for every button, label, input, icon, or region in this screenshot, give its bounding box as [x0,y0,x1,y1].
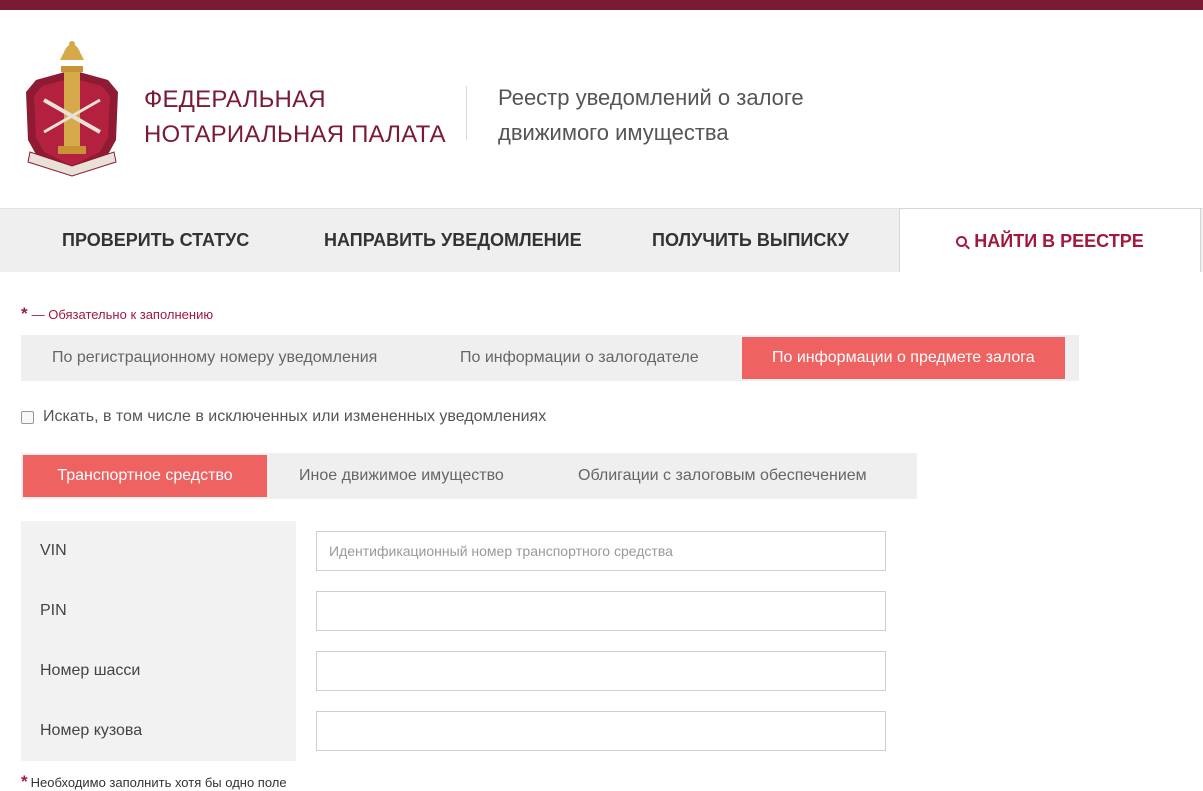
tab-vehicle[interactable]: Транспортное средство [23,455,267,497]
required-note-text: — Обязательно к заполнению [31,307,214,322]
include-excluded-label[interactable]: Искать, в том числе в исключенных или из… [43,408,546,426]
nav-search-registry-label: НАЙТИ В РЕЕСТРЕ [974,231,1144,251]
footnote-star: * [21,772,28,791]
notary-emblem-icon[interactable] [16,40,128,178]
nav-search-registry[interactable]: НАЙТИ В РЕЕСТРЕ [899,208,1201,272]
search-icon [956,236,968,247]
include-excluded-row: Искать, в том числе в исключенных или из… [21,406,546,428]
search-mode-tabs: По регистрационному номеру уведомления П… [21,335,1079,381]
nav-check-status[interactable]: ПРОВЕРИТЬ СТАТУС [62,209,249,272]
vin-input[interactable] [316,531,886,571]
org-name-line2: НОТАРИАЛЬНАЯ ПАЛАТА [144,121,446,148]
label-body-number: Номер кузова [40,722,143,739]
tab-by-pledgor-info[interactable]: По информации о залогодателе [460,335,699,381]
footnote-text: Необходимо заполнить хотя бы одно поле [30,775,287,790]
include-excluded-checkbox[interactable] [21,410,34,424]
tab-by-pledge-subject[interactable]: По информации о предмете залога [742,337,1065,379]
site-header: ФЕДЕРАЛЬНАЯ НОТАРИАЛЬНАЯ ПАЛАТА Реестр у… [0,10,1203,208]
main-nav: ПРОВЕРИТЬ СТАТУС НАПРАВИТЬ УВЕДОМЛЕНИЕ П… [0,208,1203,272]
nav-send-notification[interactable]: НАПРАВИТЬ УВЕДОМЛЕНИЕ [324,209,582,272]
required-fields-note: * — Обязательно к заполнению [21,304,213,324]
nav-get-extract[interactable]: ПОЛУЧИТЬ ВЫПИСКУ [652,209,849,272]
vehicle-form-labels: VIN PIN Номер шасси Номер кузова [21,521,296,761]
header-divider [466,86,467,140]
label-pin: PIN [40,602,67,619]
registry-title: Реестр уведомлений о залоге движимого им… [498,80,804,150]
chassis-number-input[interactable] [316,651,886,691]
registry-title-line2: движимого имущества [498,120,729,145]
pin-input[interactable] [316,591,886,631]
label-vin: VIN [40,542,67,559]
top-brand-bar [0,0,1203,10]
tab-by-registration-number[interactable]: По регистрационному номеру уведомления [52,335,377,381]
pledge-subject-tabs: Транспортное средство Иное движимое имущ… [21,453,917,499]
org-name-line1: ФЕДЕРАЛЬНАЯ [144,86,326,113]
label-chassis-number: Номер шасси [40,662,141,679]
tab-secured-bonds[interactable]: Облигации с залоговым обеспечением [578,453,867,499]
body-number-input[interactable] [316,711,886,751]
required-star: * [21,304,28,323]
at-least-one-field-note: * Необходимо заполнить хотя бы одно поле [21,772,287,791]
registry-title-line1: Реестр уведомлений о залоге [498,85,804,110]
organization-name[interactable]: ФЕДЕРАЛЬНАЯ НОТАРИАЛЬНАЯ ПАЛАТА [144,82,446,152]
tab-other-movable-property[interactable]: Иное движимое имущество [299,453,504,499]
